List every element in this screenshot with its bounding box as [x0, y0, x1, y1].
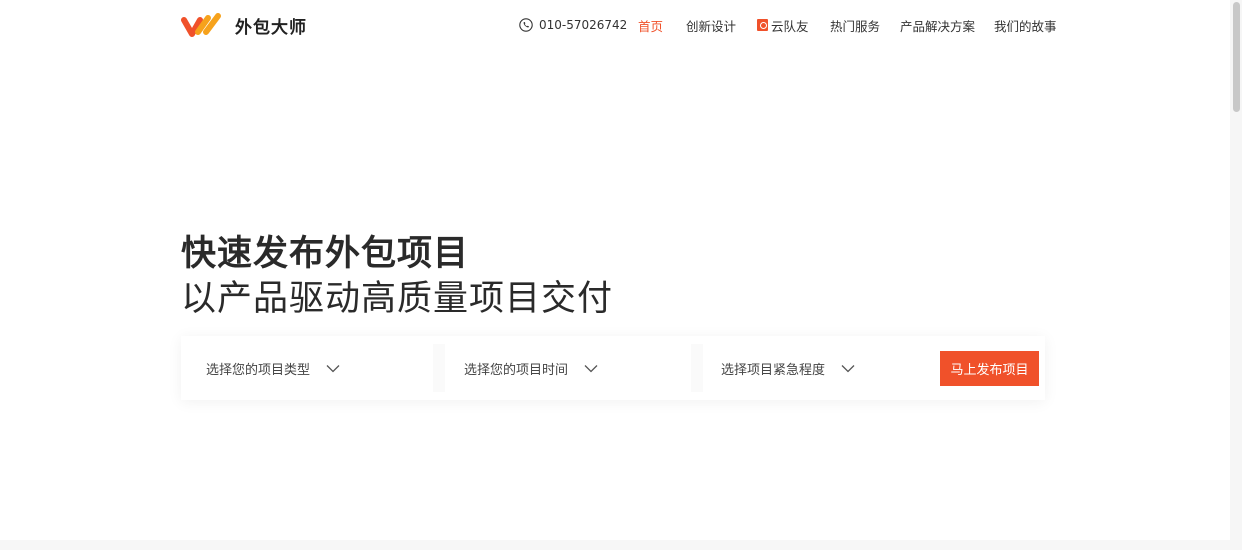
brand-name: 外包大师: [235, 17, 307, 38]
header: 外包大师 010-57026742 首页 创新设计 云队友 热门服务 产品解决方…: [0, 0, 1242, 52]
nav-our-story[interactable]: 我们的故事: [994, 16, 1057, 34]
project-time-select[interactable]: 选择您的项目时间: [464, 336, 598, 400]
nav-innovative-design[interactable]: 创新设计: [686, 16, 736, 34]
project-type-placeholder: 选择您的项目类型: [206, 362, 311, 378]
nav-cloud-teammate[interactable]: 云队友: [757, 16, 809, 34]
hero-title: 快速发布外包项目: [181, 234, 470, 274]
nav-cloud-teammate-label: 云队友: [771, 18, 809, 34]
project-urgency-select[interactable]: 选择项目紧急程度: [721, 336, 855, 400]
phone-contact[interactable]: 010-57026742: [519, 18, 627, 32]
chevron-down-icon: [326, 364, 340, 372]
page-scrollbar[interactable]: [1230, 0, 1242, 550]
phone-icon: [519, 18, 533, 32]
badge-icon: [757, 19, 768, 31]
section-divider: [0, 540, 1230, 550]
nav-home[interactable]: 首页: [638, 16, 663, 34]
publish-project-button[interactable]: 马上发布项目: [940, 351, 1039, 386]
divider: [433, 344, 445, 392]
chevron-down-icon: [584, 364, 598, 372]
project-type-select[interactable]: 选择您的项目类型: [206, 336, 340, 400]
hero-subtitle: 以产品驱动高质量项目交付: [181, 279, 614, 319]
nav-hot-services[interactable]: 热门服务: [830, 16, 880, 34]
nav-solutions[interactable]: 产品解决方案: [900, 16, 975, 34]
chevron-down-icon: [841, 364, 855, 372]
project-search-bar: 选择您的项目类型 选择您的项目时间 选择项目紧急程度 马上发布项目: [181, 336, 1045, 400]
scroll-thumb[interactable]: [1233, 2, 1240, 112]
top-nav: 010-57026742: [519, 16, 627, 34]
project-urgency-placeholder: 选择项目紧急程度: [721, 362, 826, 378]
phone-number: 010-57026742: [539, 18, 628, 32]
project-time-placeholder: 选择您的项目时间: [464, 362, 569, 378]
logo-icon: [181, 13, 221, 37]
logo[interactable]: 外包大师: [181, 12, 307, 38]
divider: [691, 344, 703, 392]
